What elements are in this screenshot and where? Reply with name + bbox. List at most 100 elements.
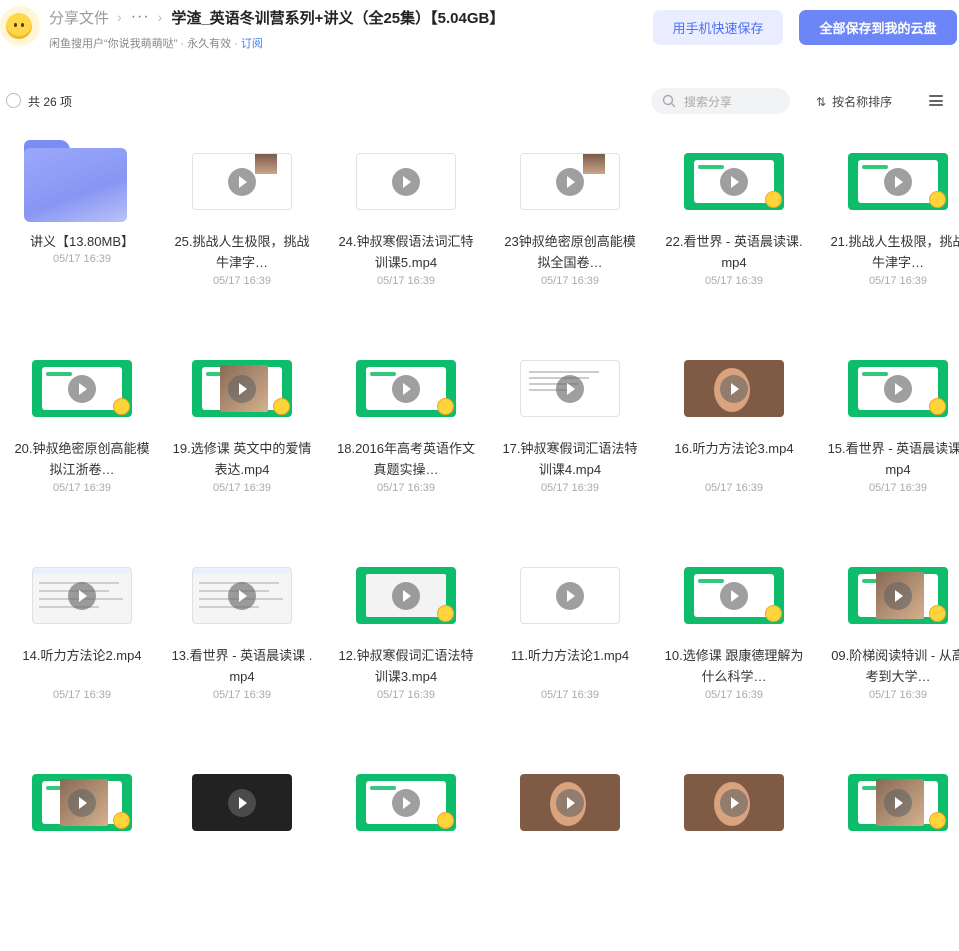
file-item[interactable]: 20.钟叔绝密原创高能模拟江浙卷… 05/17 16:39 <box>0 337 164 537</box>
play-icon[interactable] <box>884 167 912 196</box>
file-name[interactable]: 10.选修课 跟康德理解为什么科学… <box>662 645 806 687</box>
file-name[interactable]: 09.阶梯阅读特训 - 从高考到大学… <box>826 645 959 687</box>
file-item[interactable]: 14.听力方法论2.mp4 05/17 16:39 <box>0 544 164 744</box>
play-icon[interactable] <box>884 581 912 610</box>
file-name[interactable]: 12.钟叔寒假词汇语法特训课3.mp4 <box>334 645 478 687</box>
file-item[interactable]: 23钟叔绝密原创高能模拟全国卷… 05/17 16:39 <box>488 130 652 330</box>
play-icon[interactable] <box>392 788 420 817</box>
thumbnail <box>848 140 948 230</box>
file-item[interactable] <box>160 751 324 951</box>
file-name[interactable]: 13.看世界 - 英语晨读课 .mp4 <box>170 645 314 687</box>
file-item[interactable] <box>816 751 959 951</box>
thumbnail <box>32 554 132 644</box>
video-thumbnail <box>848 153 948 210</box>
play-icon[interactable] <box>392 167 420 196</box>
play-icon[interactable] <box>392 581 420 610</box>
video-thumbnail <box>684 774 784 831</box>
play-icon[interactable] <box>68 374 96 403</box>
thumbnail <box>192 761 292 851</box>
play-icon[interactable] <box>720 167 748 196</box>
thumbnail <box>356 347 456 437</box>
file-item[interactable]: 25.挑战人生极限，挑战牛津字… 05/17 16:39 <box>160 130 324 330</box>
file-item[interactable]: 22.看世界 - 英语晨读课.mp4 05/17 16:39 <box>652 130 816 330</box>
file-date: 05/17 16:39 <box>540 482 600 494</box>
play-icon[interactable] <box>556 581 584 610</box>
subscribe-link[interactable]: 订阅 <box>241 38 263 50</box>
file-date: 05/17 16:39 <box>868 275 928 287</box>
file-name[interactable]: 23钟叔绝密原创高能模拟全国卷… <box>498 231 642 273</box>
file-item[interactable]: 18.2016年高考英语作文真题实操… 05/17 16:39 <box>324 337 488 537</box>
file-name[interactable]: 25.挑战人生极限，挑战牛津字… <box>170 231 314 273</box>
file-item[interactable]: 12.钟叔寒假词汇语法特训课3.mp4 05/17 16:39 <box>324 544 488 744</box>
avatar[interactable] <box>0 6 40 46</box>
file-date: 05/17 16:39 <box>212 482 272 494</box>
file-item[interactable]: 11.听力方法论1.mp4 05/17 16:39 <box>488 544 652 744</box>
mobile-save-button[interactable]: 用手机快速保存 <box>653 10 783 45</box>
file-name[interactable]: 14.听力方法论2.mp4 <box>10 645 154 666</box>
file-date: 05/17 16:39 <box>704 275 764 287</box>
file-item[interactable]: 15.看世界 - 英语晨读课 .mp4 05/17 16:39 <box>816 337 959 537</box>
thumbnail <box>192 554 292 644</box>
file-item[interactable] <box>324 751 488 951</box>
video-thumbnail <box>192 567 292 624</box>
select-all-checkbox[interactable] <box>6 93 21 108</box>
play-icon[interactable] <box>68 581 96 610</box>
file-item[interactable]: 21.挑战人生极限，挑战牛津字… 05/17 16:39 <box>816 130 959 330</box>
play-icon[interactable] <box>228 581 256 610</box>
play-icon[interactable] <box>556 167 584 196</box>
file-name[interactable]: 24.钟叔寒假语法词汇特训课5.mp4 <box>334 231 478 273</box>
breadcrumb: 分享文件 › ··· › 学渣_英语冬训营系列+讲义（全25集）【5.04GB】 <box>49 6 504 28</box>
file-name[interactable]: 22.看世界 - 英语晨读课.mp4 <box>662 231 806 273</box>
breadcrumb-ellipsis[interactable]: ··· <box>131 8 150 26</box>
file-item[interactable] <box>0 751 164 951</box>
file-date: 05/17 16:39 <box>540 689 600 701</box>
file-item[interactable]: 16.听力方法论3.mp4 05/17 16:39 <box>652 337 816 537</box>
search-box[interactable] <box>651 88 790 114</box>
file-item[interactable] <box>488 751 652 951</box>
file-name[interactable]: 21.挑战人生极限，挑战牛津字… <box>826 231 959 273</box>
video-thumbnail <box>684 360 784 417</box>
item-count: 共 26 项 <box>28 95 73 109</box>
breadcrumb-root[interactable]: 分享文件 <box>49 7 109 28</box>
thumbnail <box>520 761 620 851</box>
play-icon[interactable] <box>228 788 256 817</box>
play-icon[interactable] <box>884 374 912 403</box>
thumbnail <box>192 140 292 230</box>
thumbnail <box>520 140 620 230</box>
list-view-icon[interactable] <box>929 95 943 106</box>
file-item[interactable]: 09.阶梯阅读特训 - 从高考到大学… 05/17 16:39 <box>816 544 959 744</box>
play-icon[interactable] <box>720 581 748 610</box>
play-icon[interactable] <box>720 374 748 403</box>
file-name[interactable]: 17.钟叔寒假词汇语法特训课4.mp4 <box>498 438 642 480</box>
file-name[interactable]: 16.听力方法论3.mp4 <box>662 438 806 459</box>
file-item[interactable]: 19.选修课 英文中的爱情表达.mp4 05/17 16:39 <box>160 337 324 537</box>
play-icon[interactable] <box>392 374 420 403</box>
play-icon[interactable] <box>68 788 96 817</box>
play-icon[interactable] <box>228 374 256 403</box>
file-name[interactable]: 11.听力方法论1.mp4 <box>498 645 642 666</box>
search-input[interactable] <box>682 91 786 113</box>
play-icon[interactable] <box>228 167 256 196</box>
file-item[interactable]: 17.钟叔寒假词汇语法特训课4.mp4 05/17 16:39 <box>488 337 652 537</box>
play-icon[interactable] <box>720 788 748 817</box>
sort-label: 按名称排序 <box>832 95 893 109</box>
thumbnail <box>848 554 948 644</box>
video-thumbnail <box>520 567 620 624</box>
file-item[interactable]: 13.看世界 - 英语晨读课 .mp4 05/17 16:39 <box>160 544 324 744</box>
file-name[interactable]: 15.看世界 - 英语晨读课 .mp4 <box>826 438 959 480</box>
file-name[interactable]: 19.选修课 英文中的爱情表达.mp4 <box>170 438 314 480</box>
file-date: 05/17 16:39 <box>376 689 436 701</box>
play-icon[interactable] <box>556 374 584 403</box>
file-name[interactable]: 讲义【13.80MB】 <box>10 231 154 252</box>
file-name[interactable]: 18.2016年高考英语作文真题实操… <box>334 438 478 480</box>
file-item[interactable] <box>652 751 816 951</box>
folder-item[interactable]: 讲义【13.80MB】 05/17 16:39 <box>0 130 164 330</box>
save-all-button[interactable]: 全部保存到我的云盘 <box>799 10 957 45</box>
file-date: 05/17 16:39 <box>212 275 272 287</box>
file-item[interactable]: 24.钟叔寒假语法词汇特训课5.mp4 05/17 16:39 <box>324 130 488 330</box>
play-icon[interactable] <box>884 788 912 817</box>
play-icon[interactable] <box>556 788 584 817</box>
file-item[interactable]: 10.选修课 跟康德理解为什么科学… 05/17 16:39 <box>652 544 816 744</box>
file-name[interactable]: 20.钟叔绝密原创高能模拟江浙卷… <box>10 438 154 480</box>
sort-button[interactable]: ⇅ 按名称排序 <box>816 93 892 110</box>
